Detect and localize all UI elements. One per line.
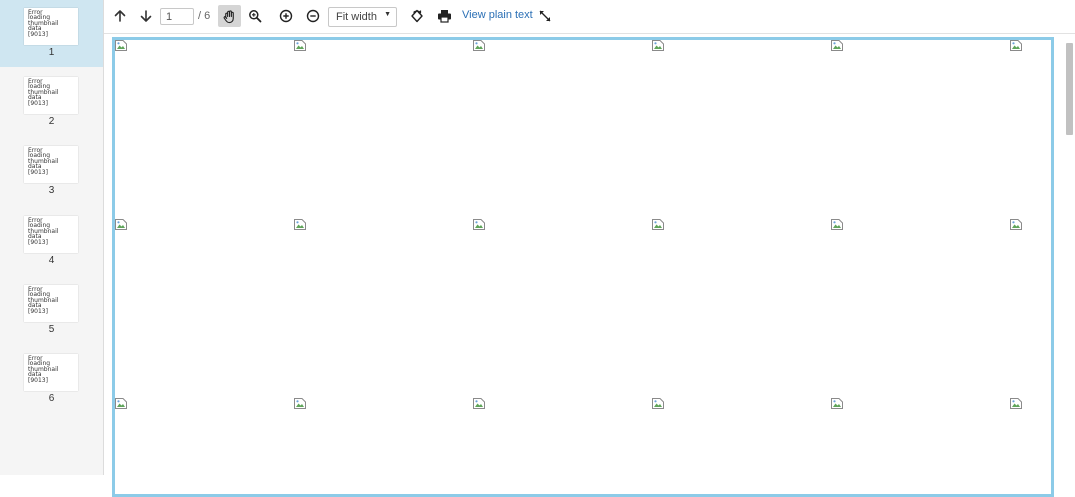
broken-image-icon <box>652 40 664 51</box>
plus-circle-icon <box>279 9 293 23</box>
thumbnail-page-number: 1 <box>48 47 55 58</box>
thumbnail-error-text: Error loading thumbnail data [9013] <box>24 77 78 114</box>
broken-image-icon <box>294 40 306 51</box>
broken-image-icon <box>1010 219 1022 230</box>
arrow-up-icon <box>113 9 127 23</box>
thumbnail-page-number: 2 <box>48 116 55 127</box>
expand-icon <box>538 9 552 23</box>
zoom-in-button[interactable] <box>278 5 294 27</box>
page-thumbnail-5[interactable]: Error loading thumbnail data [9013] 5 <box>0 277 103 344</box>
thumbnail-page-number: 4 <box>48 255 55 266</box>
thumbnail-error-text: Error loading thumbnail data [9013] <box>24 216 78 253</box>
pan-tool-button[interactable] <box>218 5 241 27</box>
broken-image-icon <box>473 219 485 230</box>
arrow-down-icon <box>139 9 153 23</box>
broken-image-icon <box>652 398 664 409</box>
page-thumbnail-6[interactable]: Error loading thumbnail data [9013] 6 <box>0 346 103 413</box>
broken-image-icon <box>115 219 127 230</box>
page-thumbnail-1[interactable]: Error loading thumbnail data [9013] 1 <box>0 0 103 67</box>
thumbnail-error-text: Error loading thumbnail data [9013] <box>24 285 78 322</box>
rotate-button[interactable] <box>409 5 425 27</box>
zoom-tool-button[interactable] <box>247 5 263 27</box>
zoom-out-button[interactable] <box>305 5 321 27</box>
document-page <box>112 37 1054 497</box>
broken-image-icon <box>473 398 485 409</box>
vertical-scrollbar[interactable] <box>1062 34 1075 475</box>
page-thumbnail-4[interactable]: Error loading thumbnail data [9013] 4 <box>0 208 103 275</box>
viewer-toolbar: / 6 Fit width ▼ View plain text <box>104 0 1075 34</box>
magnifier-icon <box>248 9 262 23</box>
next-page-button[interactable] <box>138 5 154 27</box>
thumbnail-error-text: Error loading thumbnail data [9013] <box>24 146 78 183</box>
zoom-level-value: Fit width <box>336 11 377 23</box>
thumbnail-page-number: 3 <box>48 185 55 196</box>
page-number-input[interactable] <box>160 8 194 25</box>
print-button[interactable] <box>436 5 452 27</box>
fullscreen-button[interactable] <box>537 5 553 27</box>
thumbnail-error-text: Error loading thumbnail data [9013] <box>24 354 78 391</box>
thumbnail-sidebar: Error loading thumbnail data [9013] 1 Er… <box>0 0 104 475</box>
view-plain-text-link[interactable]: View plain text <box>462 9 533 21</box>
broken-image-icon <box>473 40 485 51</box>
broken-image-icon <box>1010 398 1022 409</box>
scrollbar-thumb[interactable] <box>1066 43 1073 135</box>
document-viewer[interactable] <box>104 34 1075 497</box>
minus-circle-icon <box>306 9 320 23</box>
broken-image-icon <box>115 398 127 409</box>
thumbnail-page-number: 6 <box>48 393 55 404</box>
previous-page-button[interactable] <box>112 5 128 27</box>
rotate-icon <box>410 9 424 23</box>
hand-icon <box>222 9 237 24</box>
zoom-level-select[interactable]: Fit width ▼ <box>328 7 397 27</box>
printer-icon <box>437 9 452 23</box>
broken-image-icon <box>652 219 664 230</box>
thumbnail-error-text: Error loading thumbnail data [9013] <box>24 8 78 45</box>
thumbnail-page-number: 5 <box>48 324 55 335</box>
broken-image-icon <box>831 398 843 409</box>
broken-image-icon <box>831 40 843 51</box>
chevron-down-icon: ▼ <box>384 11 391 18</box>
broken-image-icon <box>294 219 306 230</box>
page-thumbnail-2[interactable]: Error loading thumbnail data [9013] 2 <box>0 69 103 136</box>
page-thumbnail-3[interactable]: Error loading thumbnail data [9013] 3 <box>0 138 103 205</box>
total-pages-label: / 6 <box>198 10 211 22</box>
broken-image-icon <box>831 219 843 230</box>
broken-image-icon <box>115 40 127 51</box>
broken-image-icon <box>1010 40 1022 51</box>
broken-image-icon <box>294 398 306 409</box>
